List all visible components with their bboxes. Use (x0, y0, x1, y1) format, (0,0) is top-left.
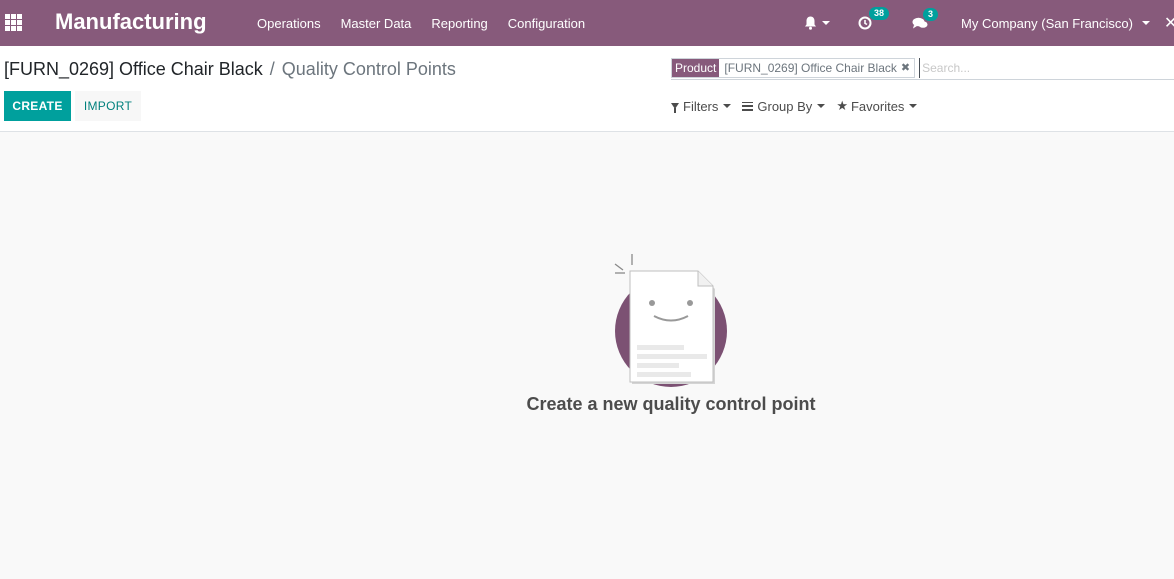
top-navbar: Manufacturing Operations Master Data Rep… (0, 0, 1174, 46)
activity-count-badge: 38 (869, 7, 890, 20)
facet-label: Product (672, 59, 720, 77)
breadcrumb-current: Quality Control Points (281, 59, 456, 79)
filters-label: Filters (683, 98, 719, 114)
messages-button[interactable]: 3 (912, 7, 939, 30)
activities-button[interactable]: 38 (858, 7, 890, 30)
bell-icon (805, 16, 817, 30)
menu-item-reporting[interactable]: Reporting (421, 16, 497, 31)
breadcrumb-parent[interactable]: [FURN_0269] Office Chair Black (4, 59, 263, 80)
main-content: Create a new quality control point (0, 132, 1174, 579)
systray: 38 3 My Company (San Francisco) ✕ (804, 0, 1174, 46)
breadcrumb-separator: / (269, 59, 275, 79)
apps-grid-icon[interactable] (5, 14, 22, 31)
search-options: Filters Group By ★ Favorites (671, 98, 928, 114)
create-button[interactable]: CREATE (4, 91, 71, 121)
menu-item-configuration[interactable]: Configuration (498, 16, 595, 31)
search-input[interactable] (919, 58, 1160, 78)
main-menu: Operations Master Data Reporting Configu… (247, 0, 595, 46)
funnel-icon (671, 103, 679, 113)
menu-item-master-data[interactable]: Master Data (331, 16, 422, 31)
control-panel: [FURN_0269] Office Chair Black / Quality… (0, 46, 1174, 132)
group-by-label: Group By (757, 98, 813, 114)
close-icon[interactable]: ✕ (1164, 13, 1174, 33)
facet-value-text: [FURN_0269] Office Chair Black (724, 61, 897, 75)
group-by-dropdown[interactable]: Group By (742, 98, 826, 114)
app-title[interactable]: Manufacturing (55, 9, 207, 35)
menu-item-operations[interactable]: Operations (247, 16, 331, 31)
company-name: My Company (San Francisco) (961, 15, 1133, 31)
import-button[interactable]: IMPORT (75, 91, 141, 121)
search-facet: Product [FURN_0269] Office Chair Black ✖ (671, 58, 916, 78)
star-icon: ★ (836, 98, 848, 113)
remove-facet-icon[interactable]: ✖ (901, 61, 910, 74)
search-bar: Product [FURN_0269] Office Chair Black ✖ (671, 57, 1174, 80)
bars-icon (742, 101, 754, 111)
favorites-dropdown[interactable]: ★ Favorites (836, 98, 918, 114)
favorites-label: Favorites (850, 98, 905, 114)
empty-state-title: Create a new quality control point (526, 394, 816, 414)
notifications-button[interactable] (804, 16, 831, 30)
empty-folder-illustration (614, 254, 727, 387)
company-switcher[interactable]: My Company (San Francisco) (961, 16, 1150, 31)
message-count-badge: 3 (923, 7, 939, 21)
breadcrumb: [FURN_0269] Office Chair Black / Quality… (4, 59, 456, 80)
filters-dropdown[interactable]: Filters (671, 98, 732, 114)
facet-value: [FURN_0269] Office Chair Black ✖ (719, 59, 915, 77)
